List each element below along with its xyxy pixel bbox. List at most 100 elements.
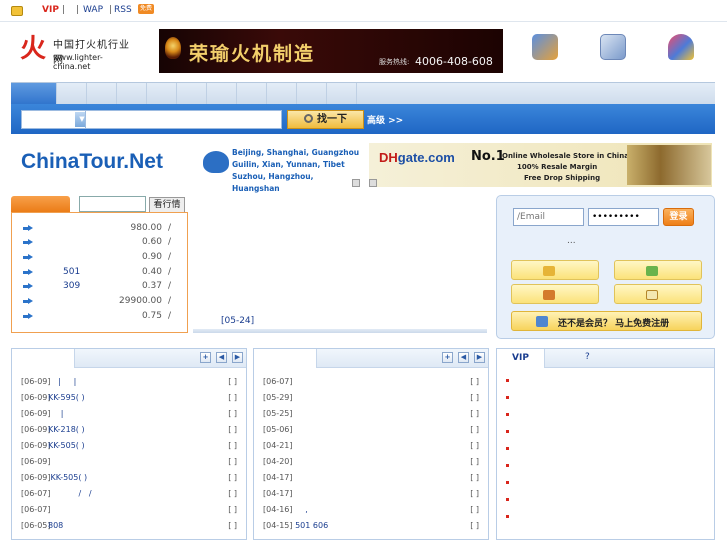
list-item[interactable]: [06-07] [ ] (254, 375, 488, 391)
list-item[interactable]: [06-09] KK-218( ) [ ] (12, 423, 246, 439)
list-item[interactable]: [06-09] KK-595( ) [ ] (12, 391, 246, 407)
price-row[interactable]: 980.00 / (12, 222, 187, 236)
list-item[interactable]: [06-07] / / [ ] (12, 487, 246, 503)
home-icon[interactable] (11, 6, 23, 16)
price-value: 0.75 (141, 311, 162, 321)
nav-tab[interactable] (147, 83, 177, 105)
plus-icon[interactable]: + (442, 352, 453, 363)
price-date[interactable]: [05-24] (221, 316, 254, 326)
vip-link[interactable]: VIP (42, 5, 59, 15)
news-title[interactable]: 501 606 (290, 521, 328, 530)
nav-tab[interactable] (237, 83, 267, 105)
news-panel-header: + ◀ ▶ (12, 349, 246, 368)
site-logo[interactable]: 火 中国打火机行业网 www.lighter-china.net (16, 34, 136, 71)
quick-link-button[interactable] (614, 284, 702, 304)
news-title[interactable]: KK-218( ) (48, 425, 85, 434)
nav-tab[interactable] (327, 83, 357, 105)
search-icon (304, 114, 313, 123)
news-title[interactable]: KK-505( ) (48, 441, 85, 450)
cube-icon[interactable] (668, 34, 694, 60)
news-title[interactable]: | (48, 409, 64, 418)
news-tab[interactable] (254, 349, 317, 368)
nav-tab[interactable] (207, 83, 237, 105)
nav-tab[interactable] (297, 83, 327, 105)
password-field[interactable] (588, 208, 659, 226)
view-quote-button[interactable]: 看行情 (149, 197, 185, 213)
list-item[interactable]: [04-17] [ ] (254, 487, 488, 503)
ad-close-icon[interactable] (369, 179, 377, 187)
news-tab[interactable] (12, 349, 75, 368)
list-item[interactable]: [04-15] 501 606 [ ] (254, 519, 488, 535)
search-button-label: 找一下 (317, 114, 347, 125)
list-item[interactable]: [05-25] [ ] (254, 407, 488, 423)
news-title[interactable]: 808 (48, 521, 63, 530)
price-row[interactable]: 501 0.40 / (12, 266, 187, 280)
mail-icon (646, 290, 658, 300)
email-field[interactable] (513, 208, 584, 226)
list-item[interactable]: [05-29] [ ] (254, 391, 488, 407)
price-code-input[interactable] (79, 196, 146, 212)
list-item[interactable]: [04-17] [ ] (254, 471, 488, 487)
search-button[interactable]: 找一下 (287, 110, 364, 129)
price-row[interactable]: 0.60 / (12, 236, 187, 250)
nav-tab[interactable] (177, 83, 207, 105)
dhgate-ad[interactable]: DHgate.com No.1 Online Wholesale Store i… (369, 143, 712, 187)
news-date: [06-09] (21, 473, 51, 482)
tools-icon (543, 290, 555, 300)
price-row[interactable]: 0.75 / (12, 310, 187, 324)
plus-icon[interactable]: + (200, 352, 211, 363)
tab-vip[interactable]: VIP (497, 349, 545, 368)
chevron-right-icon[interactable]: ▶ (232, 352, 243, 363)
nav-tab[interactable] (57, 83, 87, 105)
news-title[interactable]: KK-595( ) (48, 393, 85, 402)
chevron-right-icon[interactable]: ▶ (474, 352, 485, 363)
news-title[interactable]: / / (48, 489, 92, 498)
list-item[interactable]: [06-09] KK-505( ) [ ] (12, 471, 246, 487)
nav-tab[interactable] (267, 83, 297, 105)
price-code[interactable]: 501 (63, 267, 80, 277)
header-banner-ad[interactable]: 荣瑜火机制造 服务热线: 4006-408-608 (159, 29, 503, 73)
quick-link-button[interactable] (511, 284, 599, 304)
separator: | (62, 5, 66, 15)
price-code[interactable]: 309 (63, 281, 80, 291)
login-links[interactable]: ... (567, 236, 576, 246)
edit-icon[interactable] (600, 34, 626, 60)
list-item[interactable]: [04-16] , [ ] (254, 503, 488, 519)
price-tab[interactable] (11, 196, 70, 213)
news-bracket: [ ] (470, 393, 479, 402)
news-title[interactable]: KK-505( ) (48, 473, 88, 482)
chevron-left-icon[interactable]: ◀ (458, 352, 469, 363)
list-item[interactable]: [06-07] [ ] (12, 503, 246, 519)
news-title[interactable]: | | (48, 377, 76, 386)
wap-link[interactable]: WAP (83, 5, 103, 15)
list-item[interactable]: [06-09] [ ] (12, 455, 246, 471)
ad-close-icon[interactable] (352, 179, 360, 187)
quick-link-button[interactable] (511, 260, 599, 280)
chinatour-ad[interactable]: ChinaTour.Net Beijing, Shanghai, Guangzh… (18, 143, 360, 193)
rss-badge[interactable]: 免费 (138, 4, 154, 14)
list-item[interactable]: [06-09] | [ ] (12, 407, 246, 423)
list-item[interactable]: [04-20] [ ] (254, 455, 488, 471)
advanced-search-link[interactable]: 高级 >> (367, 113, 403, 126)
list-item[interactable]: [06-09] | | [ ] (12, 375, 246, 391)
category-select[interactable]: ▼ (21, 110, 91, 129)
price-row[interactable]: 0.90 / (12, 251, 187, 265)
register-button[interactable]: 还不是会员？ 马上免费注册 (511, 311, 702, 331)
list-item[interactable]: [05-06] [ ] (254, 423, 488, 439)
shop-icon[interactable] (532, 34, 558, 60)
list-item[interactable]: [06-09] KK-505( ) [ ] (12, 439, 246, 455)
tab-help[interactable]: ? (585, 352, 590, 362)
login-button[interactable]: 登录 (663, 208, 694, 226)
price-row[interactable]: 309 0.37 / (12, 280, 187, 294)
nav-tab[interactable] (87, 83, 117, 105)
nav-tab[interactable] (117, 83, 147, 105)
chevron-left-icon[interactable]: ◀ (216, 352, 227, 363)
news-title[interactable]: , (290, 505, 308, 514)
nav-tab-home[interactable] (11, 83, 57, 105)
search-input[interactable] (85, 110, 282, 129)
list-item[interactable]: [06-05] 808 [ ] (12, 519, 246, 535)
quick-link-button[interactable] (614, 260, 702, 280)
list-item[interactable]: [04-21] [ ] (254, 439, 488, 455)
price-row[interactable]: 29900.00 / (12, 295, 187, 309)
rss-link[interactable]: RSS (114, 5, 132, 15)
